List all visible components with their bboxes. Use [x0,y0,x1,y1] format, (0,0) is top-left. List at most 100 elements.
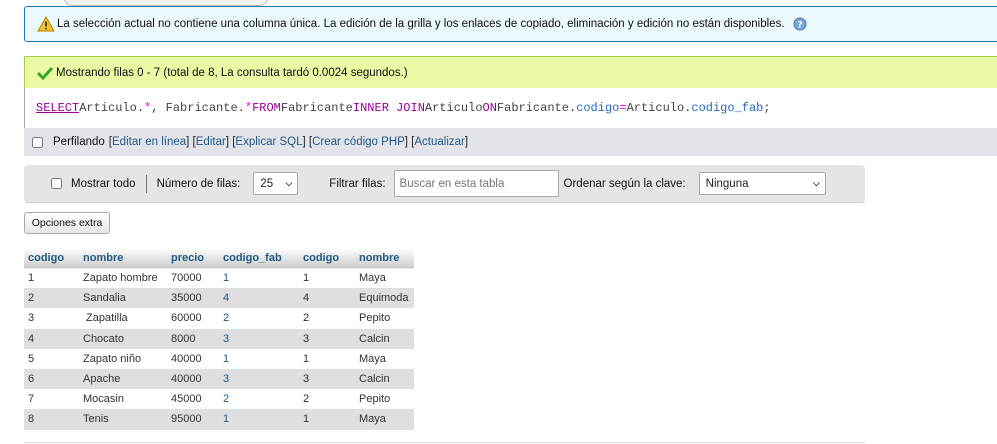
table-cell[interactable]: 2 [219,389,299,410]
rows-label: Número de filas: [156,177,241,190]
table-cell: 2 [24,288,79,309]
table-row: 5 Zapato niño 40000 1 1 Maya [24,348,414,369]
table-cell: 6 [24,368,79,390]
table-cell: 3 [299,328,355,349]
table-cell: Pepito [355,389,414,410]
column-header[interactable]: precio [167,248,219,269]
table-cell: Maya [355,409,414,430]
table-cell: Sandalia [79,288,167,309]
sql-text: Articulo. [79,101,145,115]
column-header[interactable]: codigo_fab [219,248,299,269]
table-cell[interactable]: 1 [219,348,299,369]
table-cell: 2 [299,308,355,329]
table-cell: 1 [299,409,355,430]
table-cell: Calcin [355,368,414,390]
sql-innerjoin-keyword: INNER JOIN [352,101,425,115]
sort-select-value: Ninguna [705,177,749,190]
chevron-down-icon: ⌵ [285,178,293,188]
table-row: 2 Sandalia 35000 4 4 Equimoda [24,288,414,309]
table-cell[interactable]: 1 [219,409,299,430]
table-row: 6 Apache 40000 3 3 Calcin [24,368,414,390]
header-row: codigo nombre precio codigo_fab codigo n… [24,248,414,269]
column-header[interactable]: nombre [355,248,414,269]
table-cell: 35000 [167,288,219,309]
table-row: 1 Zapato hombre 70000 1 1 Maya [24,268,414,289]
filter-input[interactable]: Buscar en esta tabla [393,170,559,197]
sql-star: * [144,101,152,115]
notice-text: La selección actual no contiene una colu… [57,18,785,30]
table-cell: 7 [24,389,79,410]
results-table: codigo nombre precio codigo_fab codigo n… [24,248,414,430]
table-cell: 4 [24,328,79,349]
table-cell: Pepito [355,308,414,329]
sql-text: Articulo [424,101,483,115]
success-message: Mostrando filas 0 - 7 (total de 8, La co… [24,56,997,88]
table-cell: 8000 [167,328,219,349]
sql-text: ; [763,101,771,115]
navigation-bar: Mostrar todo Número de filas: 25 ⌵ Filtr… [24,165,865,203]
sql-text: , Fabricante. [151,101,245,115]
table-cell: 2 [299,389,355,410]
show-all-label: Mostrar todo [71,177,136,190]
table-cell: 1 [299,348,355,369]
filter-label: Filtrar filas: [329,177,386,190]
table-cell: Zapato niño [79,348,167,369]
filter-placeholder: Buscar en esta tabla [399,177,505,190]
table-cell: Maya [355,348,414,369]
table-row: 4 Chocato 8000 3 3 Calcin [24,328,414,349]
sort-label: Ordenar según la clave: [563,177,686,190]
show-all-checkbox[interactable] [51,178,62,189]
sort-select[interactable]: Ninguna ⌵ [698,172,826,195]
explain-sql-link[interactable]: Explicar SQL [235,136,302,148]
rows-select[interactable]: 25 ⌵ [253,172,299,195]
edit-inline-link[interactable]: Editar en línea [112,136,186,148]
table-cell: 3 [24,308,79,329]
rows-select-value: 25 [260,177,274,190]
warning-icon [37,15,55,32]
table-cell: 40000 [167,368,219,390]
table-cell: Apache [79,368,167,390]
sql-text: Fabricante. [496,101,577,115]
refresh-link[interactable]: Actualizar [414,136,465,148]
create-php-code-link[interactable]: Crear código PHP [312,136,405,148]
table-cell[interactable]: 3 [219,328,299,349]
sql-select-keyword[interactable]: SELECT [36,101,79,115]
extra-options-button[interactable]: Opciones extra [24,212,110,234]
table-cell: 4 [299,288,355,309]
sql-operator: = [619,101,627,115]
sql-column: codigo_fab [691,101,764,115]
help-icon[interactable]: ? [793,17,807,31]
column-header[interactable]: codigo [24,248,79,269]
success-text: Mostrando filas 0 - 7 (total de 8, La co… [56,66,408,79]
table-row: 8 Tenis 95000 1 1 Maya [24,409,414,430]
table-cell: Calcin [355,328,414,349]
table-cell[interactable]: 1 [219,268,299,289]
table-row: 7 Mocasin 45000 2 2 Pepito [24,389,414,410]
column-header[interactable]: nombre [79,248,167,269]
sql-query: SELECT Articulo. *, Fabricante. * FROM Fab… [24,88,997,128]
table-cell: Mocasin [79,389,167,410]
profiling-checkbox[interactable] [32,136,43,148]
table-cell[interactable]: 2 [219,308,299,329]
sql-text: Articulo. [626,101,692,115]
table-cell: 95000 [167,409,219,430]
table-cell: Zapato hombre [79,268,167,289]
table-cell: Tenis [79,409,167,430]
svg-text:?: ? [797,21,802,31]
table-row: 3 Zapatilla 60000 2 2 Pepito [24,308,414,329]
notice-box: La selección actual no contiene una colu… [24,6,997,42]
table-cell[interactable]: 3 [219,368,299,390]
profiling-label: Perfilando [53,136,105,148]
edit-link[interactable]: Editar [196,136,226,148]
table-cell: 8 [24,409,79,430]
column-header[interactable]: codigo [299,248,355,269]
sql-on-keyword: ON [482,101,497,115]
table-cell[interactable]: 4 [219,288,299,309]
table-cell: 5 [24,348,79,369]
chevron-down-icon: ⌵ [812,178,820,188]
table-cell: Maya [355,268,414,289]
table-cell: 40000 [167,348,219,369]
sql-from-keyword: FROM [252,101,281,115]
check-icon [36,66,54,80]
table-cell: Chocato [79,328,167,349]
